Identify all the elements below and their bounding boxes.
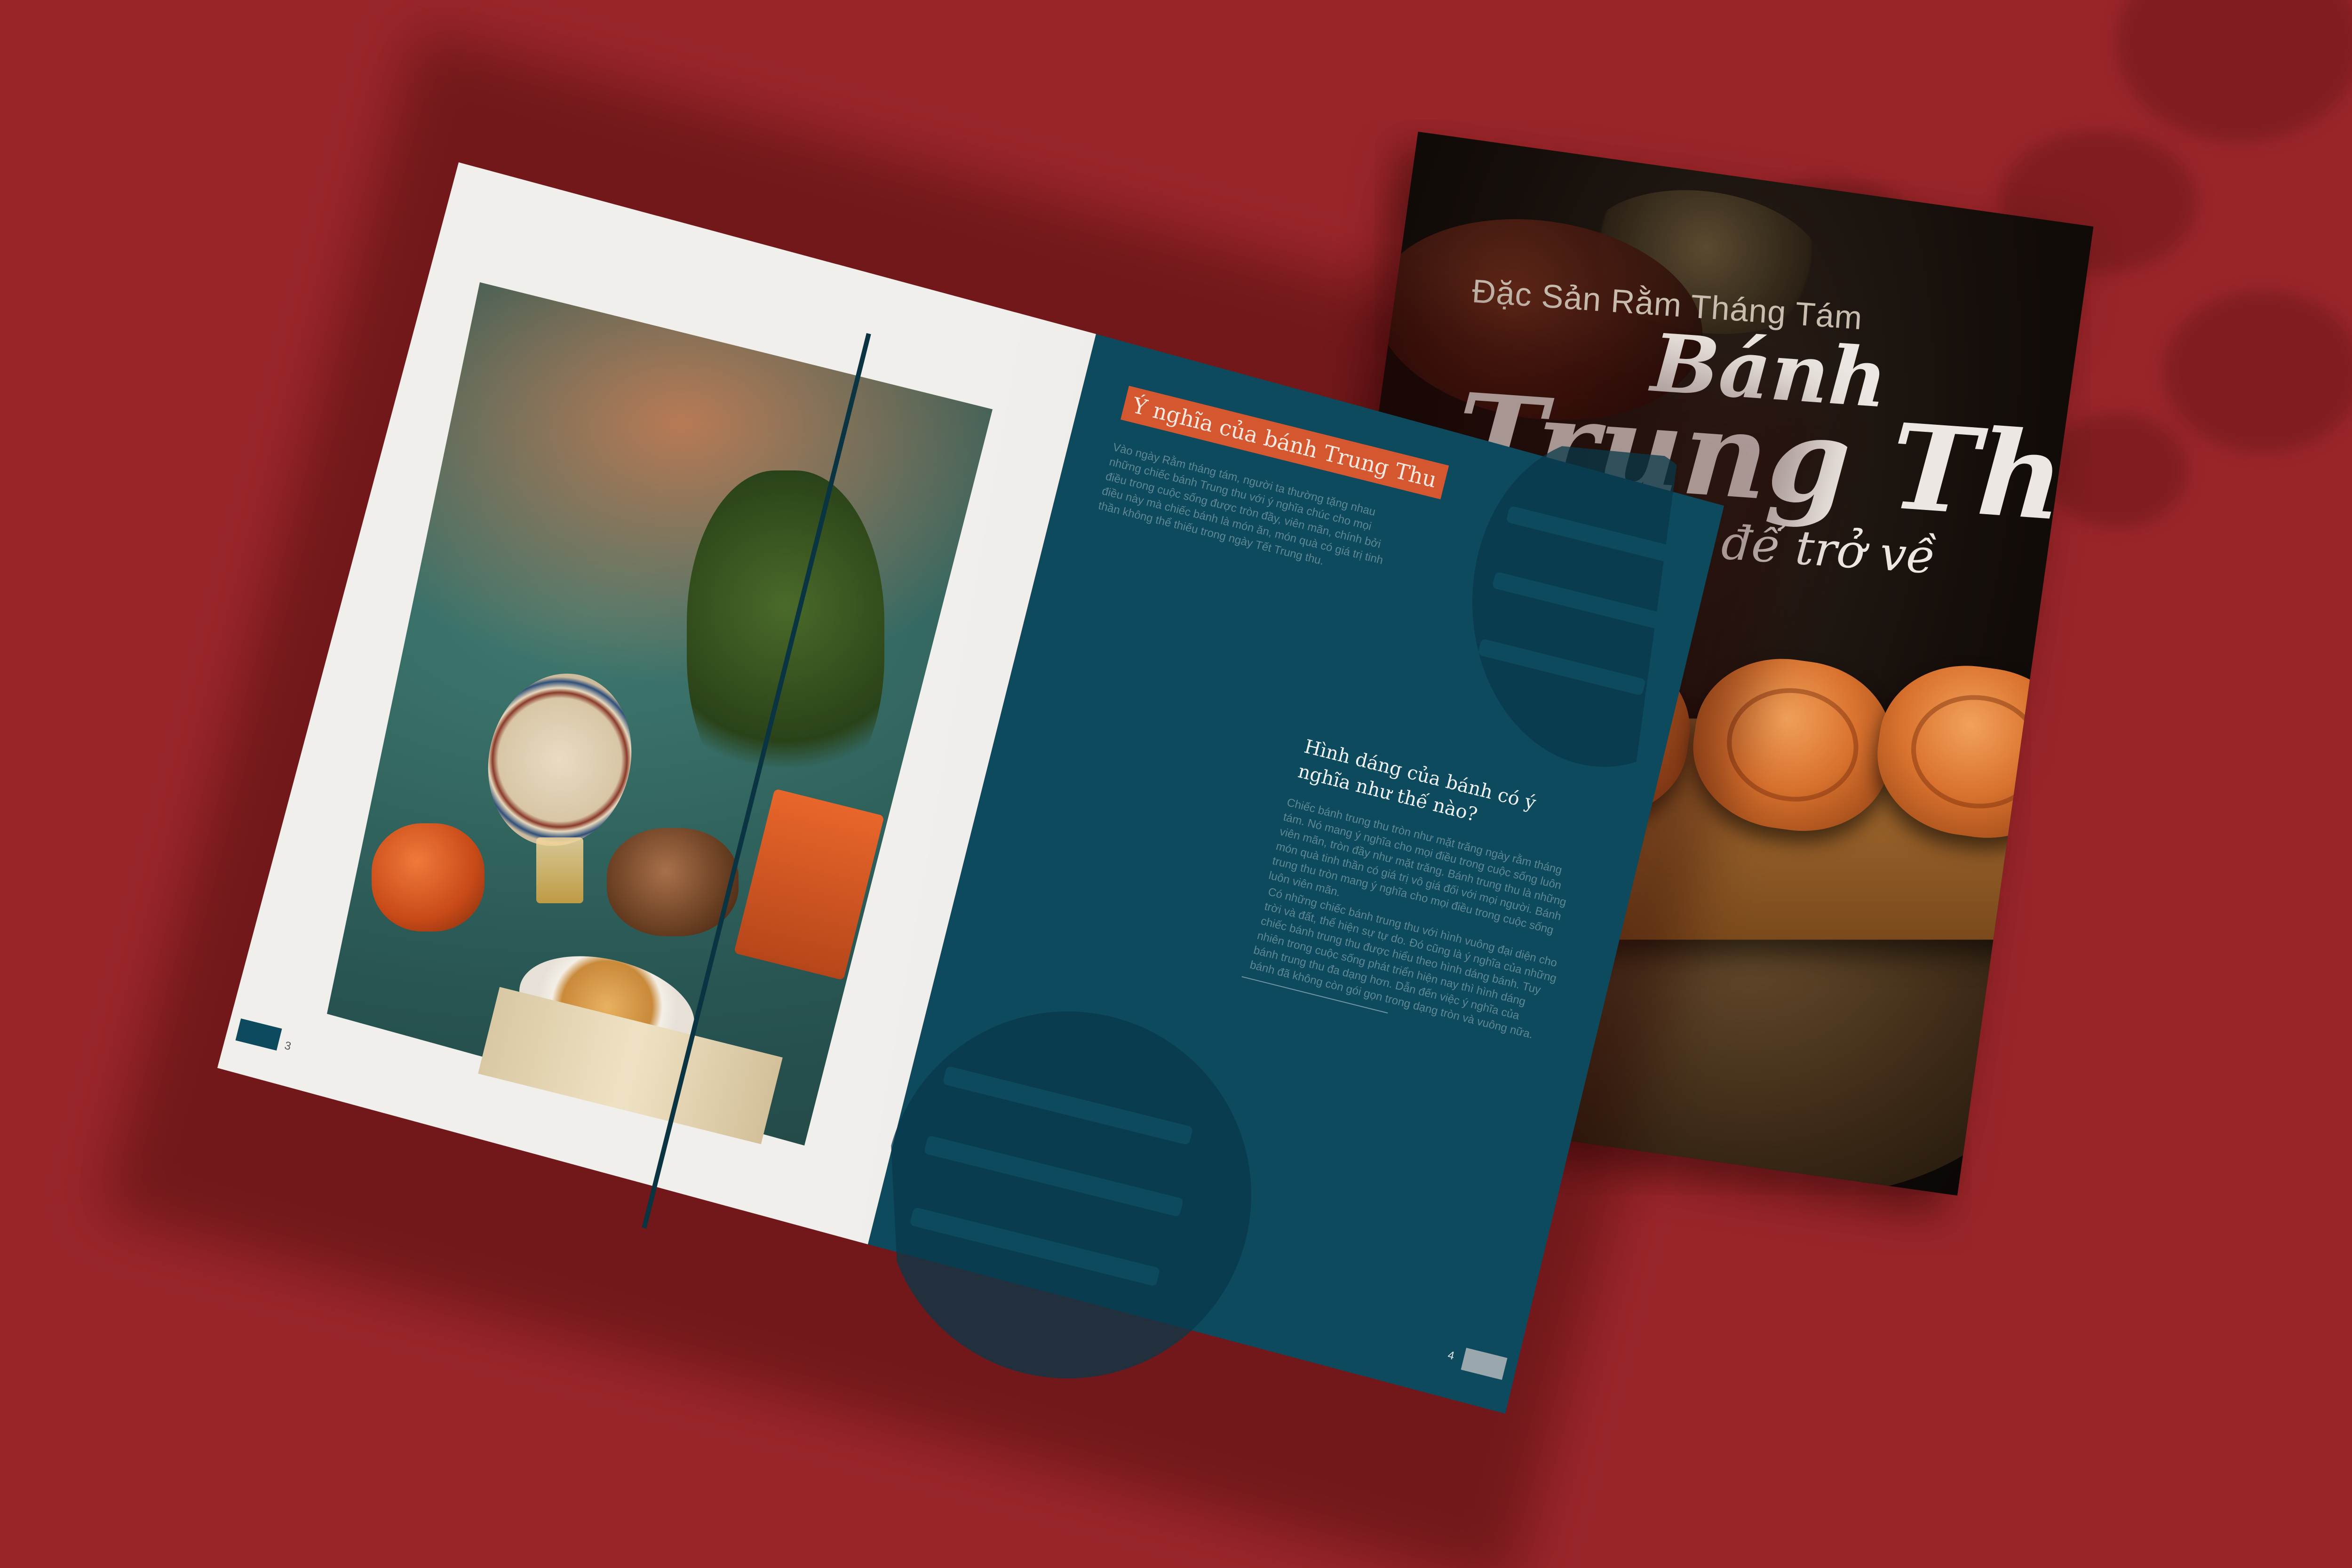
piggy-bank: [372, 823, 485, 931]
shou-motif-bottom: [884, 1011, 1251, 1378]
plant-shadow: [2046, 414, 2187, 527]
plant-foliage: [687, 470, 884, 809]
plant-shadow: [2164, 292, 2352, 452]
plant-shadow: [2117, 0, 2352, 141]
tea-glass: [536, 837, 583, 903]
mockup-scene: Đặc Sản Rằm Tháng Tám Bánh Trung Thu để …: [0, 0, 2352, 1568]
